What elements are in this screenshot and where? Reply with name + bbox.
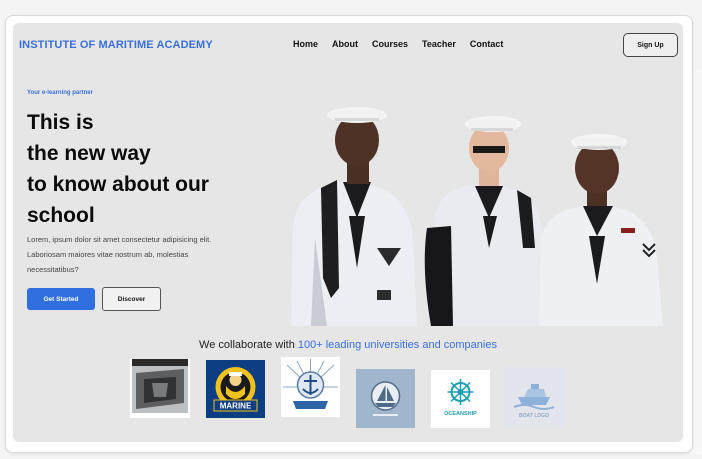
headline-line-3: to know about our (27, 173, 209, 196)
partner-logo-oceanship: OCEANSHIP (431, 370, 490, 428)
sailor-middle (424, 116, 543, 326)
headline-line-1: This is (27, 111, 94, 134)
partner-logo-badge (130, 359, 190, 418)
partner-logo-anchor (281, 357, 340, 417)
headline-line-2: the new way (27, 142, 151, 165)
hero-tagline: Your e-learning partner (27, 90, 93, 96)
hero-description: Lorem, ipsum dolor sit amet consectetur … (27, 235, 212, 274)
discover-button[interactable]: Discover (102, 287, 161, 311)
brand-title[interactable]: INSTITUTE OF MARITIME ACADEMY (19, 39, 213, 51)
main-nav: Home About Courses Teacher Contact (293, 39, 503, 49)
landing-page: INSTITUTE OF MARITIME ACADEMY Home About… (13, 23, 683, 442)
hero-headline: This is the new way to know about our sc… (27, 107, 287, 231)
partner-logo-marine: MARINE (206, 360, 265, 418)
headline-line-4: school (27, 204, 95, 227)
sign-up-button[interactable]: Sign Up (623, 33, 678, 57)
nav-link-courses[interactable]: Courses (372, 39, 408, 49)
nav-link-teacher[interactable]: Teacher (422, 39, 456, 49)
partner-logo-boat: BOAT LOGO (504, 367, 564, 427)
partner-logo-sailboat (356, 369, 415, 428)
nav-link-contact[interactable]: Contact (470, 39, 504, 49)
nav-link-about[interactable]: About (332, 39, 358, 49)
hero-sailors-image (291, 107, 663, 326)
get-started-button[interactable]: Get Started (27, 288, 95, 310)
marine-logo-text: MARINE (220, 402, 252, 411)
collaborate-prefix: We collaborate with (199, 339, 295, 351)
nav-link-home[interactable]: Home (293, 39, 318, 49)
collaborate-highlight: 100+ leading universities and companies (297, 339, 497, 351)
collaborate-text: We collaborate with 100+ leading univers… (13, 339, 683, 351)
sailor-left (291, 107, 417, 326)
boat-logo-text: BOAT LOGO (519, 413, 549, 419)
oceanship-logo-text: OCEANSHIP (444, 411, 477, 417)
sailor-right (539, 134, 663, 326)
